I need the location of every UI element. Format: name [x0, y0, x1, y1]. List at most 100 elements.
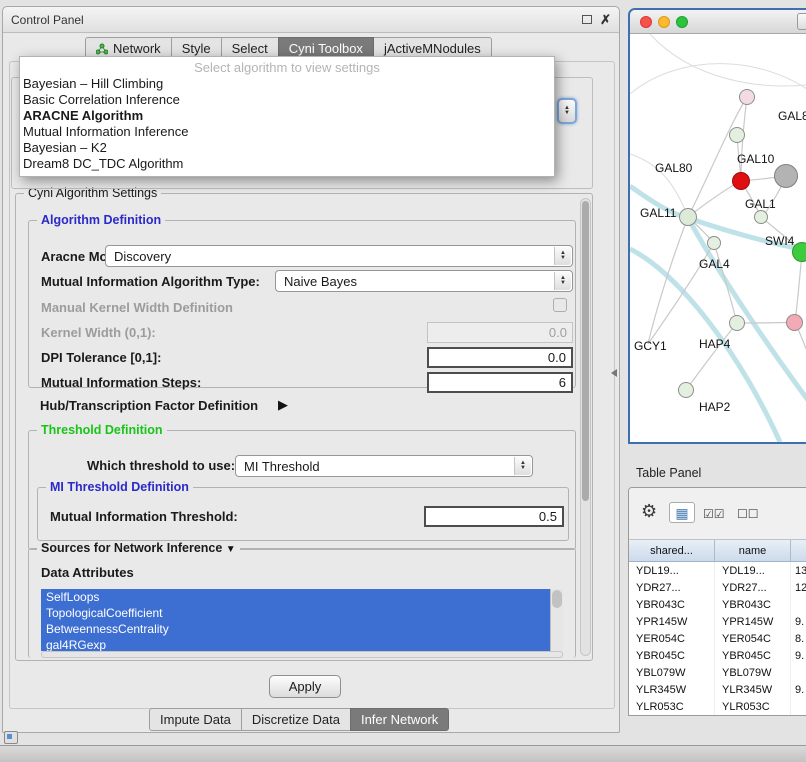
table-row[interactable]: YDL19... YDL19... 13 — [629, 562, 806, 579]
network-node-gray[interactable] — [774, 164, 798, 188]
sources-collapse-icon[interactable] — [226, 541, 236, 555]
list-horizontal-scrollbar[interactable] — [41, 651, 563, 658]
network-node-red[interactable] — [732, 172, 750, 190]
dpi-tolerance-value: 0.0 — [548, 350, 566, 365]
control-panel-titlebar[interactable]: Control Panel — [3, 7, 619, 33]
apply-button[interactable]: Apply — [269, 675, 341, 698]
manual-kernel-checkbox[interactable] — [553, 298, 567, 312]
deselect-all-icon[interactable]: ☐☐ — [737, 507, 759, 521]
network-node[interactable] — [754, 210, 768, 224]
close-icon[interactable] — [600, 14, 611, 26]
combo-arrows-icon — [514, 457, 531, 475]
network-node[interactable] — [707, 236, 721, 250]
network-node[interactable] — [678, 382, 694, 398]
table-header-row: shared... name — [629, 540, 806, 562]
mi-type-value: Naive Bayes — [284, 274, 357, 289]
tab-label: Style — [182, 41, 211, 56]
column-header-shared-name[interactable]: shared... — [629, 540, 715, 561]
node-label: GAL4 — [699, 257, 730, 271]
network-window-titlebar[interactable] — [630, 10, 806, 34]
network-node[interactable] — [739, 89, 755, 105]
network-node[interactable] — [786, 314, 803, 331]
cyni-algorithm-settings-group: Cyni Algorithm Settings Algorithm Defini… — [15, 193, 593, 661]
mi-type-combobox[interactable]: Naive Bayes — [275, 270, 573, 292]
bottom-status-strip — [0, 745, 806, 762]
table-panel-title: Table Panel — [636, 466, 701, 480]
cell-extra: 9. — [791, 681, 806, 698]
sources-group: Sources for Network Inference Data Attri… — [28, 548, 576, 658]
which-threshold-label: Which threshold to use: — [87, 458, 235, 473]
node-label: GAL8 — [778, 109, 806, 123]
table-row[interactable]: YPR145W YPR145W 9. — [629, 613, 806, 630]
titlebar-button-fragment[interactable] — [797, 13, 806, 30]
table-row[interactable]: YBL079W YBL079W — [629, 664, 806, 681]
network-node[interactable] — [729, 127, 745, 143]
dropdown-item-selected[interactable]: ARACNE Algorithm — [20, 108, 554, 124]
dpi-tolerance-input[interactable]: 0.0 — [427, 347, 573, 368]
table-row[interactable]: YBR043C YBR043C — [629, 596, 806, 613]
network-node[interactable] — [729, 315, 745, 331]
settings-vertical-scrollbar[interactable] — [580, 198, 591, 656]
select-columns-button[interactable]: ▦ — [669, 502, 695, 523]
tab-impute-data[interactable]: Impute Data — [149, 708, 242, 731]
which-threshold-value: MI Threshold — [244, 459, 320, 474]
dropdown-item[interactable]: Bayesian – K2 — [20, 140, 554, 156]
mi-steps-input[interactable]: 6 — [427, 372, 573, 393]
gear-icon[interactable]: ⚙ — [641, 501, 657, 521]
hub-expand-icon[interactable] — [278, 397, 288, 413]
dropdown-item[interactable]: Bayesian – Hill Climbing — [20, 76, 554, 92]
docked-panel-icon[interactable] — [4, 731, 18, 744]
float-window-icon[interactable] — [582, 15, 592, 24]
tab-infer-network[interactable]: Infer Network — [350, 708, 449, 731]
dropdown-item[interactable]: Dream8 DC_TDC Algorithm — [20, 156, 554, 172]
scrollbar-thumb[interactable] — [582, 201, 589, 501]
which-threshold-combobox[interactable]: MI Threshold — [235, 455, 533, 477]
split-collapse-handle[interactable] — [611, 369, 617, 377]
list-item[interactable]: BetweennessCentrality — [41, 621, 550, 637]
table-row[interactable]: YDR27... YDR27... 12 — [629, 579, 806, 596]
close-traffic-light[interactable] — [640, 16, 652, 28]
network-canvas[interactable]: GAL80 GAL10 GAL11 GAL1 SWI4 GAL4 GCY1 HA… — [630, 34, 806, 442]
cell-name: YDL19... — [715, 562, 791, 579]
kernel-width-input[interactable]: 0.0 — [427, 322, 573, 343]
column-header-extra[interactable] — [791, 540, 806, 561]
data-attributes-list: SelfLoops TopologicalCoefficient Between… — [41, 589, 563, 651]
table-panel-window: ⚙ ▦ ☑☑ ☐☐ shared... name YDL19... YDL19.… — [628, 487, 806, 716]
table-row[interactable]: YBR045C YBR045C 9. — [629, 647, 806, 664]
column-header-name[interactable]: name — [715, 540, 791, 561]
aracne-mode-combobox[interactable]: Discovery — [105, 245, 573, 267]
cell-extra: 9. — [791, 647, 806, 664]
table-toolbar: ⚙ ▦ ☑☑ ☐☐ — [629, 488, 806, 540]
node-label: GAL10 — [737, 152, 774, 166]
table-row[interactable]: YER054C YER054C 8. — [629, 630, 806, 647]
kernel-width-value: 0.0 — [549, 325, 567, 340]
cell-shared-name: YBR043C — [629, 596, 715, 613]
list-vertical-scrollbar[interactable] — [550, 589, 563, 651]
table-row[interactable]: YLR053C YLR053C — [629, 698, 806, 715]
algorithm-combo-spinner-fragment[interactable] — [557, 98, 577, 124]
zoom-traffic-light[interactable] — [676, 16, 688, 28]
tab-discretize-data[interactable]: Discretize Data — [241, 708, 351, 731]
hub-section-label: Hub/Transcription Factor Definition — [40, 398, 258, 413]
mi-steps-label: Mutual Information Steps: — [41, 375, 201, 390]
mi-threshold-input[interactable]: 0.5 — [424, 506, 564, 527]
list-item[interactable]: TopologicalCoefficient — [41, 605, 550, 621]
threshold-definition-title: Threshold Definition — [37, 423, 167, 437]
cell-shared-name: YDR27... — [629, 579, 715, 596]
minimize-traffic-light[interactable] — [658, 16, 670, 28]
mi-type-label: Mutual Information Algorithm Type: — [41, 274, 260, 289]
cell-shared-name: YER054C — [629, 630, 715, 647]
dropdown-item[interactable]: Mutual Information Inference — [20, 124, 554, 140]
threshold-definition-group: Threshold Definition Which threshold to … — [28, 430, 576, 550]
select-all-icon[interactable]: ☑☑ — [703, 507, 725, 521]
kernel-width-label: Kernel Width (0,1): — [41, 325, 156, 340]
list-item[interactable]: SelfLoops — [41, 589, 550, 605]
sources-group-title: Sources for Network Inference — [37, 541, 240, 555]
tab-label: Network — [113, 41, 161, 56]
cell-name: YER054C — [715, 630, 791, 647]
dropdown-placeholder[interactable]: Select algorithm to view settings — [20, 59, 554, 76]
list-item[interactable]: gal4RGexp — [41, 637, 550, 651]
table-row[interactable]: YLR345W YLR345W 9. — [629, 681, 806, 698]
dropdown-item[interactable]: Basic Correlation Inference — [20, 92, 554, 108]
network-node[interactable] — [679, 208, 697, 226]
